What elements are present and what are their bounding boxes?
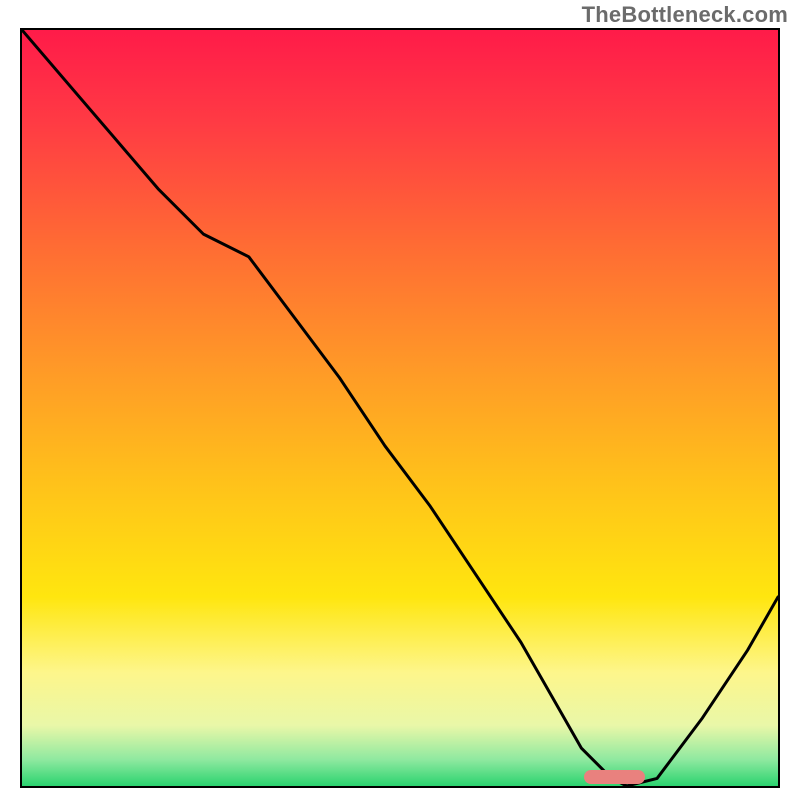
watermark-text: TheBottleneck.com (582, 2, 788, 28)
bottleneck-curve (22, 30, 778, 786)
plot-area (20, 28, 780, 788)
chart-stage: TheBottleneck.com (0, 0, 800, 800)
optimum-marker (584, 770, 645, 784)
curve-layer (22, 30, 778, 786)
